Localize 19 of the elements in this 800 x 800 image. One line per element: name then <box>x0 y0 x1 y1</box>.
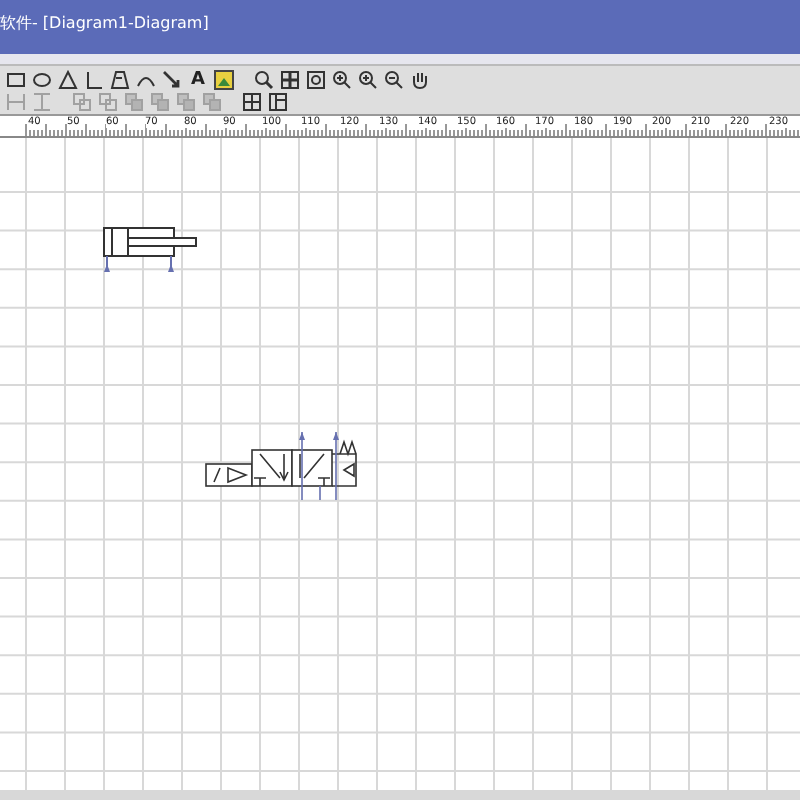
image-icon[interactable] <box>212 68 236 90</box>
pan-icon[interactable] <box>408 68 432 90</box>
zoom-out-icon[interactable] <box>382 68 406 90</box>
zoom-area-icon[interactable] <box>304 68 328 90</box>
arrow-icon[interactable] <box>160 68 184 90</box>
ellipse-icon[interactable] <box>30 68 54 90</box>
zoom-in-icon[interactable] <box>356 68 380 90</box>
polygon-icon[interactable] <box>108 68 132 90</box>
line-icon[interactable] <box>82 68 106 90</box>
window-title: 软件- [Diagram1-Diagram] <box>0 12 209 34</box>
cylinder-symbol <box>103 227 197 273</box>
grid-split-icon[interactable] <box>266 90 290 112</box>
triangle-icon[interactable] <box>56 68 80 90</box>
rectangle-icon[interactable] <box>4 68 28 90</box>
zoom-icon[interactable] <box>252 68 276 90</box>
fit-icon[interactable] <box>278 68 302 90</box>
grid-icon[interactable] <box>240 90 264 112</box>
zoom-in-icon[interactable] <box>330 68 354 90</box>
text-tool-button[interactable]: A <box>186 68 210 90</box>
